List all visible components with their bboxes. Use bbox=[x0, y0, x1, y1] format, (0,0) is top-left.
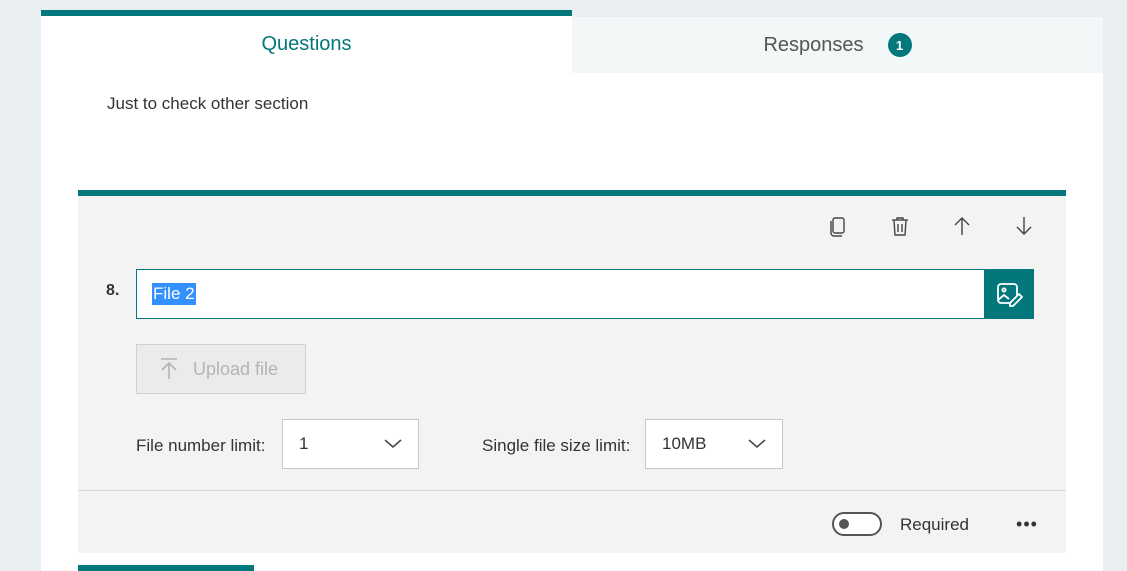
tab-responses-label: Responses bbox=[763, 33, 864, 56]
section-description[interactable]: Just to check other section bbox=[107, 94, 308, 114]
next-question-accent bbox=[78, 565, 254, 571]
question-footer: Required ••• bbox=[78, 490, 1066, 559]
file-size-limit-label: Single file size limit: bbox=[482, 436, 631, 455]
more-options-button[interactable]: ••• bbox=[1012, 511, 1042, 537]
move-down-button[interactable] bbox=[1008, 210, 1040, 242]
file-size-limit-select[interactable]: 10MB bbox=[645, 419, 783, 469]
chevron-down-icon bbox=[384, 439, 402, 448]
required-label: Required bbox=[900, 515, 969, 534]
copy-icon bbox=[830, 217, 845, 237]
image-edit-icon bbox=[997, 283, 1023, 307]
question-number: 8. bbox=[106, 282, 120, 299]
question-title-text: File 2 bbox=[152, 283, 196, 305]
insert-media-button[interactable] bbox=[984, 269, 1034, 319]
required-toggle[interactable] bbox=[832, 512, 882, 536]
responses-count-badge: 1 bbox=[887, 33, 912, 57]
question-toolbar bbox=[822, 210, 1040, 242]
file-size-limit-value: 10MB bbox=[662, 434, 707, 453]
upload-file-button[interactable]: Upload file bbox=[136, 344, 306, 394]
chevron-down-icon bbox=[748, 439, 766, 448]
upload-icon bbox=[161, 358, 177, 379]
question-card[interactable]: 8. File 2 Upload file File number limit:… bbox=[78, 190, 1066, 553]
tab-responses[interactable]: Responses 1 bbox=[572, 17, 1103, 73]
question-title-row: File 2 bbox=[136, 269, 1034, 319]
delete-question-button[interactable] bbox=[884, 210, 916, 242]
copy-question-button[interactable] bbox=[822, 210, 854, 242]
tab-questions[interactable]: Questions bbox=[41, 10, 572, 73]
arrow-up-icon bbox=[954, 217, 970, 235]
arrow-down-icon bbox=[1016, 217, 1032, 235]
file-number-limit-value: 1 bbox=[299, 434, 309, 453]
question-title-input[interactable]: File 2 bbox=[136, 269, 984, 319]
toggle-knob bbox=[839, 519, 849, 529]
more-options-icon: ••• bbox=[1016, 513, 1038, 534]
file-number-limit-label: File number limit: bbox=[136, 436, 266, 455]
tab-questions-label: Questions bbox=[261, 33, 352, 55]
file-number-limit-select[interactable]: 1 bbox=[282, 419, 419, 469]
trash-icon bbox=[892, 217, 908, 236]
move-up-button[interactable] bbox=[946, 210, 978, 242]
upload-file-label: Upload file bbox=[193, 358, 279, 379]
